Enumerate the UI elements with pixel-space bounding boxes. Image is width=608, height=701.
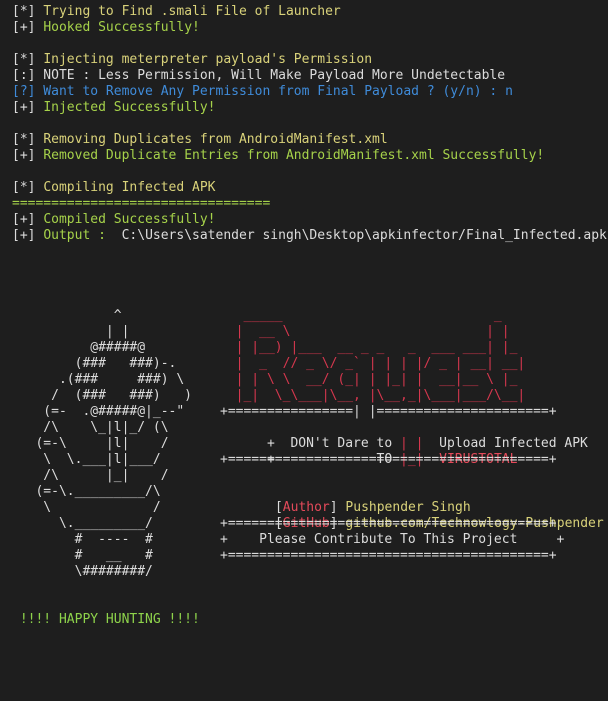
bug-art-line: \ /: [12, 500, 161, 515]
request-logo-line: _____ _: [220, 308, 502, 323]
request-logo-line: | _ // _ \/ _` | | | |/ _ | __| __|: [220, 356, 526, 371]
happy-hunting-text: !!!! HAPPY HUNTING !!!!: [12, 612, 200, 627]
request-logo-line: | | \ \ __/ (_| | |_| | __|__ \ |_: [220, 372, 518, 387]
bug-art-line: | |: [12, 324, 130, 339]
bug-art-line: /\ \_|l|_/ (\: [12, 420, 169, 435]
bug-art-line: (### ###)-.: [12, 356, 177, 371]
bug-art-line: .(### ###) \: [12, 372, 185, 387]
bug-art-line: \########/: [12, 564, 153, 579]
request-logo-line: |_| \_\___|\__, |\__,_|\___|___/\__|: [220, 388, 526, 403]
bug-art-line: /\ |_| /: [12, 468, 169, 483]
bug-art-line: \ \.___|l|___/: [12, 452, 161, 467]
bug-art-line: @#####@: [12, 340, 146, 355]
request-logo-line: | |__) |___ __ _ _ _ ___ ___| |_: [220, 340, 518, 355]
bug-art-line: / (### ###) ): [12, 388, 193, 403]
contribute-text: + Please Contribute To This Project +: [220, 532, 565, 547]
warning-box-bottom: +=======================================…: [220, 452, 557, 467]
bug-art-line: \._________/: [12, 516, 153, 531]
ascii-banner: ^ | | @#####@ (### ###)-. .(### ###) \ /…: [0, 0, 608, 701]
bug-art-line: (=-\._________/\: [12, 484, 161, 499]
terminal-window[interactable]: [*] Trying to Find .smali File of Launch…: [0, 0, 608, 701]
github-line: [GitHub] github.com/Technowlogy-Pushpend…: [274, 516, 604, 531]
contribute-box-bottom: +=======================================…: [220, 548, 557, 563]
request-logo-line: | __ \ | |: [220, 324, 510, 339]
author-line: [Author] Pushpender Singh: [274, 500, 471, 515]
bug-art-line: # __ #: [12, 548, 153, 563]
warning-box-line-1: + DON't Dare to | | Upload Infected APK …: [220, 420, 608, 451]
contribute-box-top: +=======================================…: [220, 516, 557, 531]
bug-art-line: ^: [12, 308, 122, 323]
warning-box-top: +================| |====================…: [220, 404, 557, 419]
bug-art-line: (=- .@#####@|_--": [12, 404, 185, 419]
bug-art-line: (=-\ |l| /: [12, 436, 169, 451]
warning-box-line-2: + TO |_| VIRUSTOTAL +: [220, 436, 608, 467]
bug-art-line: # ---- #: [12, 532, 153, 547]
